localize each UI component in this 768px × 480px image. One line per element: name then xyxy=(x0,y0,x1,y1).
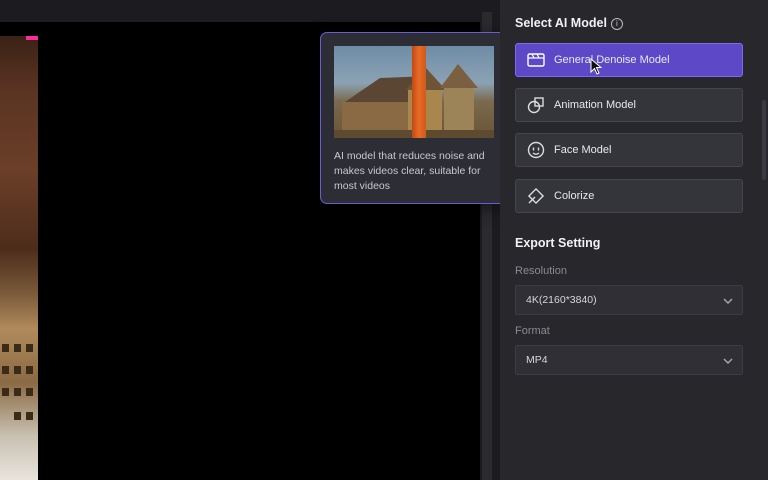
panel-scrollbar[interactable] xyxy=(762,100,766,180)
animation-model-button[interactable]: Animation Model xyxy=(515,88,743,122)
select-ai-model-heading: Select AI Model i xyxy=(515,16,623,30)
export-setting-heading: Export Setting xyxy=(515,236,601,250)
format-select[interactable]: MP4 xyxy=(515,345,743,375)
window-detail xyxy=(26,344,33,352)
format-label: Format xyxy=(515,325,550,337)
section-title-text: Select AI Model xyxy=(515,16,607,30)
comparison-divider xyxy=(412,46,426,138)
face-icon xyxy=(526,140,546,160)
window-detail xyxy=(26,412,33,420)
face-model-button[interactable]: Face Model xyxy=(515,133,743,167)
chevron-down-icon xyxy=(722,294,734,306)
format-value: MP4 xyxy=(526,354,548,366)
colorize-button[interactable]: Colorize xyxy=(515,179,743,213)
before-after-preview-image xyxy=(334,46,494,138)
tooltip-description: AI model that reduces noise and makes vi… xyxy=(334,150,485,192)
window-detail xyxy=(14,388,21,396)
settings-panel: Select AI Model i General Denoise Model A… xyxy=(500,0,768,480)
info-icon[interactable]: i xyxy=(610,18,623,30)
window-detail xyxy=(26,388,33,396)
colorize-icon xyxy=(526,186,546,206)
general-denoise-model-button[interactable]: General Denoise Model xyxy=(515,43,743,77)
mouse-cursor-icon xyxy=(590,58,602,75)
model-tooltip: AI model that reduces noise and makes vi… xyxy=(320,32,506,204)
window-detail xyxy=(26,366,33,374)
resolution-label: Resolution xyxy=(515,265,567,277)
window-detail xyxy=(2,388,9,396)
model-label: General Denoise Model xyxy=(554,54,670,66)
window-detail xyxy=(14,366,21,374)
selection-marker xyxy=(26,36,38,40)
model-label: Colorize xyxy=(554,190,595,202)
resolution-select[interactable]: 4K(2160*3840) xyxy=(515,285,743,315)
model-label: Animation Model xyxy=(554,99,636,111)
window-detail xyxy=(2,366,9,374)
window-detail xyxy=(2,344,9,352)
video-frame-thumbnail xyxy=(0,36,38,480)
resolution-value: 4K(2160*3840) xyxy=(526,294,597,306)
animation-shapes-icon xyxy=(526,95,546,115)
chevron-down-icon xyxy=(722,354,734,366)
model-label: Face Model xyxy=(554,144,612,156)
film-icon xyxy=(526,50,546,70)
window-detail xyxy=(14,344,21,352)
window-detail xyxy=(14,412,21,420)
